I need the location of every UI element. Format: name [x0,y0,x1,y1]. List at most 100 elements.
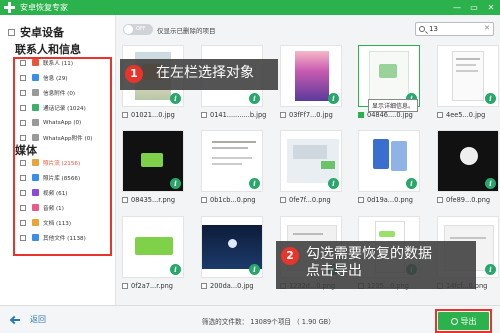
device-checkbox[interactable] [8,28,15,36]
file-item-label[interactable]: 0d19a...0.png [358,196,413,204]
thumbnail-art [228,239,237,248]
selection-highlight-frame [13,57,112,256]
file-name: 4ee5...0.jpg [446,111,486,119]
thumbnail-art [141,153,163,167]
maximize-button[interactable]: ▭ [469,3,479,13]
file-name: 0fe89...0.png [446,196,491,204]
info-icon[interactable]: i [485,178,496,189]
file-item-label[interactable]: 200da...0.jpg [201,282,254,290]
info-icon[interactable]: i [485,264,496,275]
thumbnail-art [456,64,476,66]
toggle-state-label: OFF [136,26,146,32]
file-checkbox[interactable] [280,112,286,118]
back-button[interactable]: 返回 [11,314,46,325]
file-item-label[interactable]: 01021...0.jpg [122,111,175,119]
callout-text: 勾选需要恢复的数据 点击导出 [306,246,432,279]
file-thumbnail[interactable]: i [358,45,420,107]
callout-number: 2 [281,247,299,265]
close-button[interactable]: ✕ [486,3,496,13]
info-icon[interactable]: i [328,178,339,189]
file-thumbnail[interactable]: i [437,45,499,107]
export-icon [450,317,458,325]
file-thumbnail[interactable]: i [280,130,342,192]
app-logo-icon [4,2,15,13]
thumbnail-art [212,163,242,165]
thumbnail-art [456,70,478,72]
file-name: 0141...........b.jpg [210,111,267,119]
info-icon[interactable]: i [328,93,339,104]
file-item-label[interactable]: 04846....0.jpg [358,111,413,119]
file-thumbnail[interactable]: i [122,130,184,192]
android-recovery-app: 安卓恢复专家 — ▭ ✕ 安卓设备 联系人和信息 媒体 联系人 (11) 信息 (… [0,0,500,333]
file-name: 0f2a7...r.png [131,282,173,290]
file-thumbnail[interactable]: i [358,130,420,192]
file-checkbox[interactable] [437,197,443,203]
toggle-knob [124,25,133,34]
file-checkbox[interactable] [358,197,364,203]
file-name: 0b1cb...0.png [210,196,256,204]
device-row[interactable]: 安卓设备 [8,24,64,40]
file-count-status: 筛选的文件数： 13089个项目 （ 1.90 GB） [202,318,335,326]
file-checkbox[interactable] [358,112,364,118]
file-item-label[interactable]: 0fe7f...0.png [280,196,331,204]
thumbnail-art [135,237,173,255]
file-name: 04846....0.jpg [367,111,413,119]
window-title: 安卓恢复专家 [20,3,68,12]
file-name: 01021...0.jpg [131,111,175,119]
info-icon[interactable]: i [406,178,417,189]
search-icon [419,26,425,32]
search-box[interactable]: 13 ✕ [415,22,494,36]
info-icon[interactable]: i [170,93,181,104]
info-icon[interactable]: i [249,93,260,104]
file-item-label[interactable]: 4ee5...0.jpg [437,111,485,119]
thumbnail-art [293,145,327,159]
callout-number: 1 [125,65,143,83]
file-thumbnail[interactable]: i [201,130,263,192]
only-deleted-toggle[interactable]: OFF [123,24,153,35]
thumbnail-art [379,64,397,78]
file-item-label[interactable]: 0fe89...0.png [437,196,490,204]
file-checkbox[interactable] [201,112,207,118]
file-checkbox[interactable] [201,197,207,203]
file-checkbox[interactable] [280,197,286,203]
info-icon[interactable]: i [170,178,181,189]
export-label: 导出 [460,316,477,326]
file-checkbox[interactable] [437,112,443,118]
info-icon[interactable]: i [249,264,260,275]
file-checkbox[interactable] [122,283,128,289]
file-item-label[interactable]: 0f2a7...r.png [122,282,173,290]
device-label: 安卓设备 [20,26,64,39]
file-name: 0fe7f...0.png [289,196,331,204]
file-name: 03fFf7...0.jpg [289,111,333,119]
thumbnail-art [450,237,486,239]
info-icon[interactable]: i [170,264,181,275]
file-item-label[interactable]: 0141...........b.jpg [201,111,266,119]
file-thumbnail[interactable]: i [280,45,342,107]
thumbnail-art [212,147,248,149]
search-clear-icon[interactable]: ✕ [484,24,490,32]
thumbnail-art [460,147,478,165]
file-item-label[interactable]: 0b1cb...0.png [201,196,256,204]
file-checkbox[interactable] [122,112,128,118]
thumbnail-art [379,231,395,237]
file-item-label[interactable]: 03fFf7...0.jpg [280,111,333,119]
file-checkbox[interactable] [201,283,207,289]
file-thumbnail[interactable]: i [437,130,499,192]
window-controls: — ▭ ✕ [452,0,496,15]
callout-text: 在左栏选择对象 [156,65,254,81]
minimize-button[interactable]: — [452,3,462,13]
search-input[interactable]: 13 [429,25,438,33]
file-checkbox[interactable] [122,197,128,203]
callout-step-1: 1 在左栏选择对象 [120,59,278,90]
thumbnail-art [212,141,256,143]
back-label: 返回 [30,315,46,324]
file-thumbnail[interactable]: i [122,216,184,278]
info-icon[interactable]: i [485,93,496,104]
bottom-bar: 返回 筛选的文件数： 13089个项目 （ 1.90 GB） 导出 [0,305,500,333]
thumbnail-art [295,51,329,101]
export-button[interactable]: 导出 [438,312,489,330]
file-item-label[interactable]: 08435...r.png [122,196,175,204]
file-name: 200da...0.jpg [210,282,254,290]
info-icon[interactable]: i [249,178,260,189]
file-thumbnail[interactable]: i [201,216,263,278]
